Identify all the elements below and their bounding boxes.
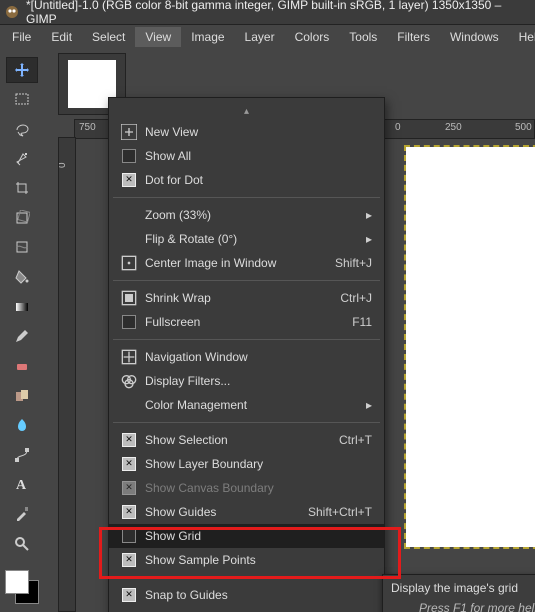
shrink-icon bbox=[119, 290, 139, 306]
checkbox-icon bbox=[119, 588, 139, 602]
menu-image[interactable]: Image bbox=[181, 27, 234, 47]
menuitem-new-view[interactable]: New View bbox=[109, 120, 384, 144]
separator bbox=[113, 339, 380, 340]
ruler-vertical[interactable]: 0 bbox=[58, 137, 76, 612]
tool-bucket-fill[interactable] bbox=[6, 264, 38, 290]
tool-pencil[interactable] bbox=[6, 324, 38, 350]
tool-smudge[interactable] bbox=[6, 412, 38, 438]
tool-paths[interactable] bbox=[6, 442, 38, 468]
tearoff-handle[interactable]: ▴ bbox=[109, 106, 384, 116]
tooltip-hint: Press F1 for more help bbox=[391, 601, 535, 612]
menuitem-snap-to-grid[interactable]: Snap to Grid bbox=[109, 607, 384, 612]
checkbox-icon bbox=[119, 553, 139, 567]
tool-gradient[interactable] bbox=[6, 294, 38, 320]
submenu-arrow-icon: ▸ bbox=[366, 208, 372, 222]
menuitem-dot-for-dot[interactable]: Dot for Dot bbox=[109, 168, 384, 192]
menuitem-show-canvas-boundary: Show Canvas Boundary bbox=[109, 476, 384, 500]
menu-file[interactable]: File bbox=[2, 27, 41, 47]
center-icon bbox=[119, 255, 139, 271]
navigation-icon bbox=[119, 349, 139, 365]
view-menu-popup: ▴ New View Show All Dot for Dot Zoom (33… bbox=[108, 97, 385, 612]
menuitem-show-all[interactable]: Show All bbox=[109, 144, 384, 168]
menuitem-shrink-wrap[interactable]: Shrink Wrap Ctrl+J bbox=[109, 286, 384, 310]
image-canvas[interactable] bbox=[406, 147, 535, 547]
menu-tools[interactable]: Tools bbox=[339, 27, 387, 47]
submenu-arrow-icon: ▸ bbox=[366, 398, 372, 412]
menu-layer[interactable]: Layer bbox=[235, 27, 285, 47]
menu-view[interactable]: View bbox=[135, 27, 181, 47]
gimp-icon bbox=[4, 4, 20, 20]
separator bbox=[113, 280, 380, 281]
tool-crop[interactable] bbox=[6, 175, 38, 201]
tooltip-text: Display the image's grid bbox=[391, 581, 535, 595]
checkbox-icon bbox=[119, 505, 139, 519]
checkbox-icon bbox=[119, 529, 139, 543]
checkbox-icon bbox=[119, 457, 139, 471]
menuitem-display-filters[interactable]: Display Filters... bbox=[109, 369, 384, 393]
menu-windows[interactable]: Windows bbox=[440, 27, 509, 47]
menuitem-show-selection[interactable]: Show Selection Ctrl+T bbox=[109, 428, 384, 452]
menuitem-show-sample-points[interactable]: Show Sample Points bbox=[109, 548, 384, 572]
menu-edit[interactable]: Edit bbox=[41, 27, 82, 47]
tool-zoom[interactable] bbox=[6, 531, 38, 557]
tool-free-select[interactable] bbox=[6, 116, 38, 142]
fg-color[interactable] bbox=[5, 570, 29, 594]
tool-fuzzy-select[interactable] bbox=[6, 146, 38, 172]
separator bbox=[113, 422, 380, 423]
menuitem-color-management[interactable]: Color Management ▸ bbox=[109, 393, 384, 417]
submenu-arrow-icon: ▸ bbox=[366, 232, 372, 246]
window-titlebar: *[Untitled]-1.0 (RGB color 8-bit gamma i… bbox=[0, 0, 535, 25]
window-title: *[Untitled]-1.0 (RGB color 8-bit gamma i… bbox=[26, 0, 531, 26]
tool-eraser[interactable] bbox=[6, 353, 38, 379]
tool-move[interactable] bbox=[6, 57, 38, 83]
menuitem-show-guides[interactable]: Show Guides Shift+Ctrl+T bbox=[109, 500, 384, 524]
menu-help[interactable]: Help bbox=[509, 27, 535, 47]
tool-rotate[interactable] bbox=[6, 205, 38, 231]
checkbox-icon bbox=[119, 173, 139, 187]
menuitem-snap-to-guides[interactable]: Snap to Guides bbox=[109, 583, 384, 607]
checkbox-icon bbox=[119, 149, 139, 163]
menuitem-center-image[interactable]: Center Image in Window Shift+J bbox=[109, 251, 384, 275]
tooltip: Display the image's grid Press F1 for mo… bbox=[382, 574, 535, 612]
menuitem-show-layer-boundary[interactable]: Show Layer Boundary bbox=[109, 452, 384, 476]
menu-select[interactable]: Select bbox=[82, 27, 135, 47]
tool-clone[interactable] bbox=[6, 383, 38, 409]
checkbox-icon bbox=[119, 433, 139, 447]
menubar[interactable]: File Edit Select View Image Layer Colors… bbox=[0, 25, 535, 49]
menuitem-fullscreen[interactable]: Fullscreen F11 bbox=[109, 310, 384, 334]
tool-warp[interactable] bbox=[6, 235, 38, 261]
checkbox-icon bbox=[119, 481, 139, 495]
checkbox-icon bbox=[119, 315, 139, 329]
separator bbox=[113, 577, 380, 578]
tool-color-picker[interactable] bbox=[6, 501, 38, 527]
menuitem-zoom[interactable]: Zoom (33%) ▸ bbox=[109, 203, 384, 227]
separator bbox=[113, 197, 380, 198]
plus-icon bbox=[119, 124, 139, 140]
tool-rect-select[interactable] bbox=[6, 87, 38, 113]
menu-colors[interactable]: Colors bbox=[285, 27, 340, 47]
svg-text:A: A bbox=[16, 478, 27, 492]
menuitem-navigation-window[interactable]: Navigation Window bbox=[109, 345, 384, 369]
filters-icon bbox=[119, 373, 139, 389]
color-swatch[interactable] bbox=[5, 570, 39, 604]
menuitem-flip-rotate[interactable]: Flip & Rotate (0°) ▸ bbox=[109, 227, 384, 251]
menuitem-show-grid[interactable]: Show Grid bbox=[109, 524, 384, 548]
toolbox: A bbox=[0, 49, 44, 612]
menu-filters[interactable]: Filters bbox=[387, 27, 440, 47]
tool-text[interactable]: A bbox=[6, 472, 38, 498]
